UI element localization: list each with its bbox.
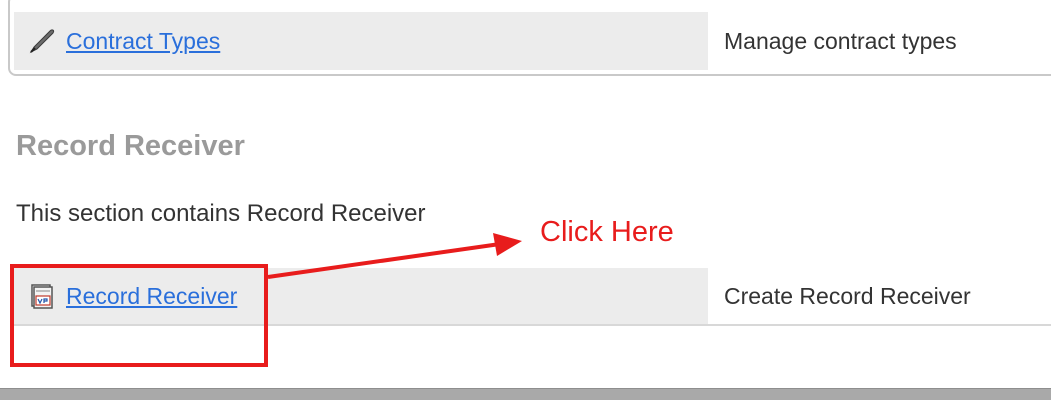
footer-bar <box>0 388 1051 400</box>
click-here-label: Click Here <box>540 216 674 248</box>
callout-arrow-icon <box>267 233 522 279</box>
